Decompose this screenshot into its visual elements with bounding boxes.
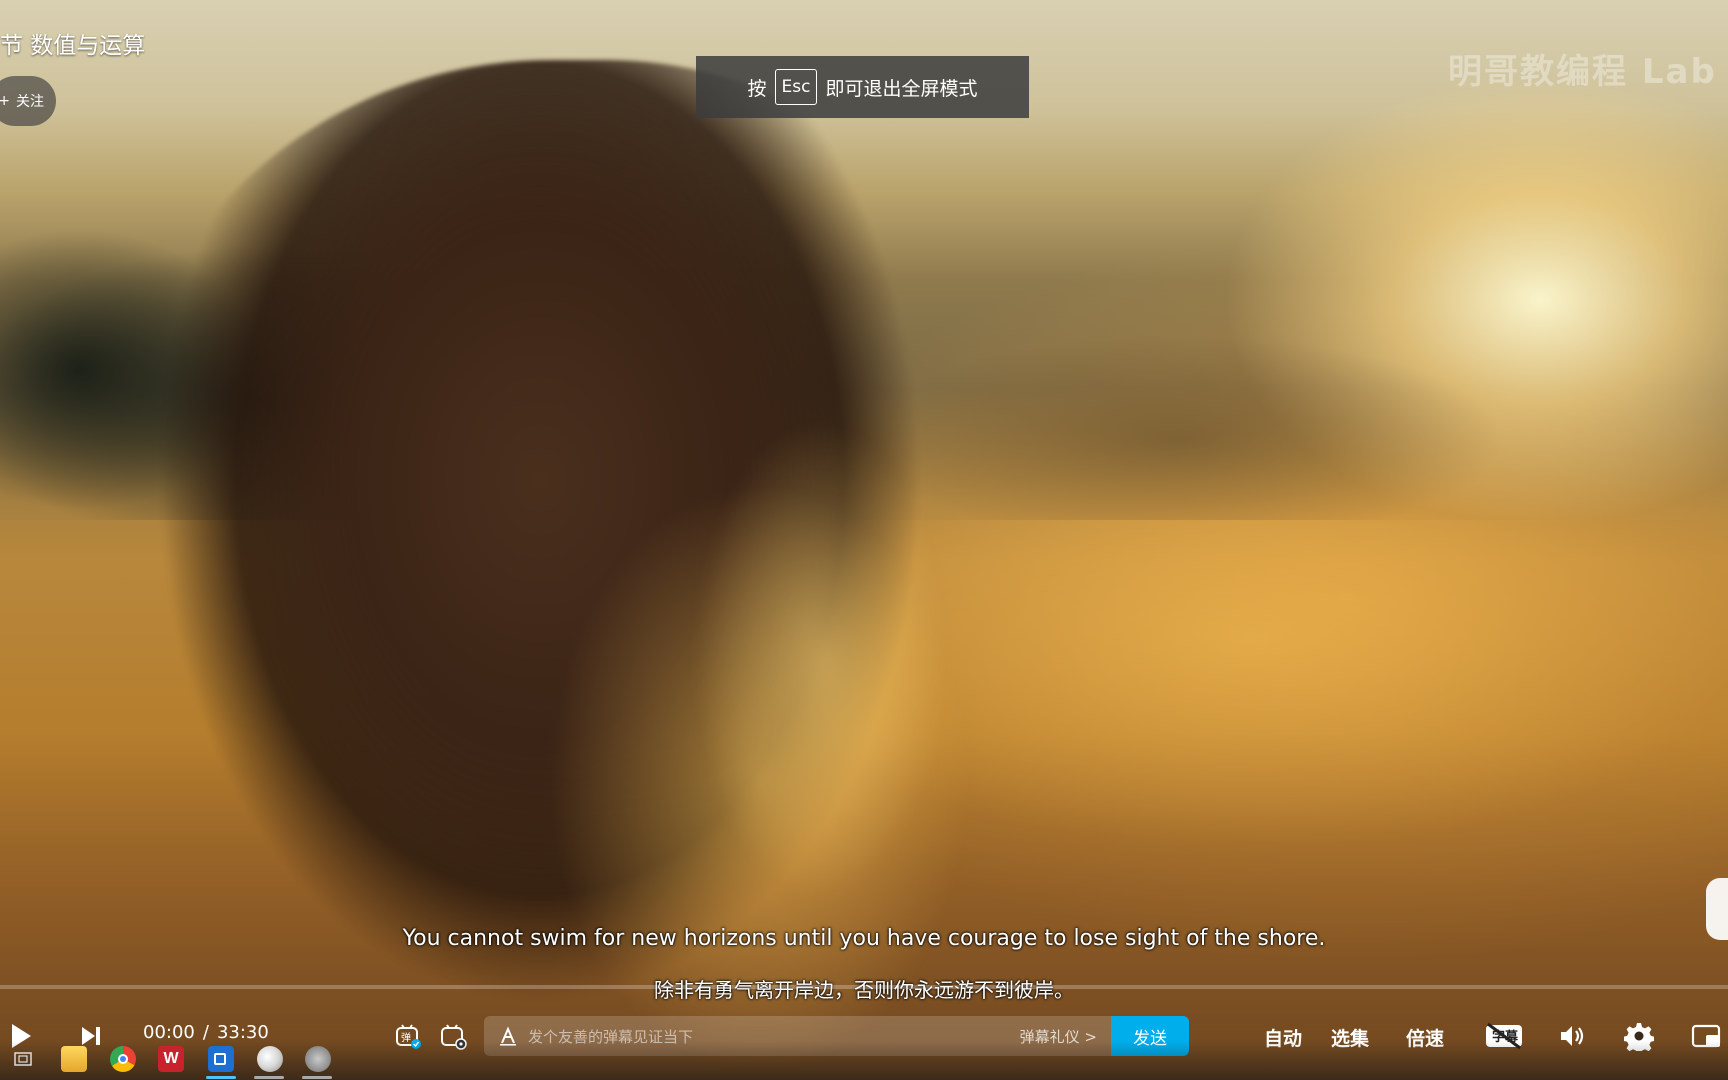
chrome-icon[interactable] (110, 1046, 136, 1072)
follow-label: 关注 (16, 94, 44, 110)
pinball-icon[interactable] (257, 1046, 283, 1072)
video-frame[interactable] (0, 0, 1728, 1080)
video-app-icon[interactable] (208, 1046, 234, 1072)
subtitle-english: You cannot swim for new horizons until y… (402, 926, 1326, 951)
current-time: 00:00 (143, 1022, 195, 1043)
wps-icon[interactable]: W (158, 1046, 184, 1072)
task-view-icon (14, 1052, 32, 1066)
esc-tip-suffix: 即可退出全屏模式 (825, 77, 978, 100)
task-view-button[interactable] (12, 1048, 34, 1070)
side-panel-tab[interactable] (1706, 878, 1728, 940)
time-separator: / (202, 1022, 209, 1043)
esc-tip-prefix: 按 (747, 77, 767, 100)
progress-bar[interactable] (0, 985, 1728, 989)
channel-watermark: 明哥教编程 Lab (1448, 52, 1717, 92)
video-sunlight-glow (620, 300, 1000, 1000)
esc-key: Esc (774, 69, 818, 105)
bird-app-icon[interactable] (305, 1046, 331, 1072)
file-explorer-icon[interactable] (61, 1046, 87, 1072)
follow-button[interactable]: + 关注 (0, 76, 56, 126)
fullscreen-exit-tip: 按 Esc 即可退出全屏模式 (696, 56, 1029, 118)
video-title: 节 数值与运算 (0, 33, 146, 59)
duration: 33:30 (216, 1022, 269, 1043)
pinball-running-indicator (254, 1076, 284, 1079)
bird-app-running-indicator (302, 1076, 332, 1079)
plus-icon: + (0, 93, 10, 109)
time-display: 00:00 / 33:30 (143, 1022, 269, 1043)
active-app-indicator (206, 1076, 236, 1079)
